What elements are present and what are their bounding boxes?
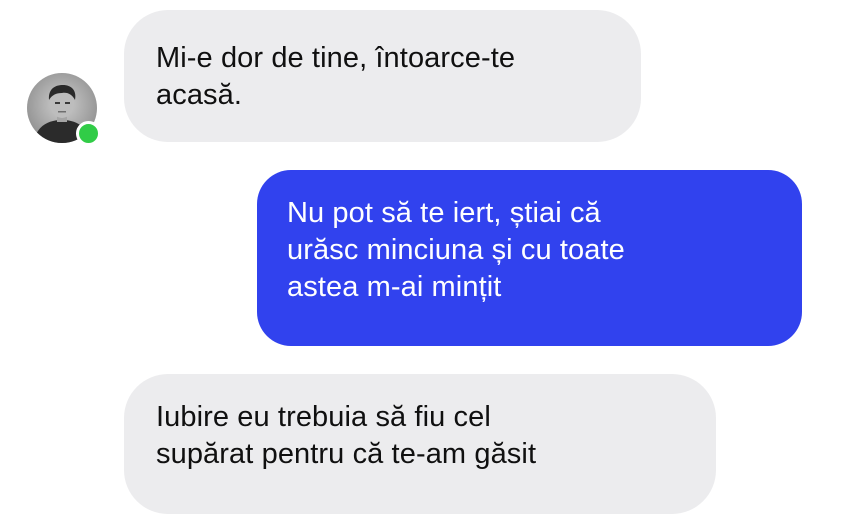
message-bubble-outgoing[interactable]: Nu pot să te iert, știai că urăsc minciu… — [257, 170, 802, 346]
online-dot-icon — [76, 121, 101, 146]
message-text-line: acasă. — [156, 79, 243, 111]
message-text-line: urăsc minciuna și cu toate — [287, 234, 625, 266]
message-text-line: astea m-ai mințit — [287, 271, 502, 303]
message-text-line: supărat pentru că te-am găsit — [156, 438, 537, 470]
message-text-line: Iubire eu trebuia să fiu cel — [156, 401, 491, 433]
message-bubble-incoming[interactable]: Mi-e dor de tine, întoarce-te acasă. — [124, 10, 641, 142]
message-text-line: Nu pot să te iert, știai că — [287, 197, 601, 229]
message-text-line: Mi-e dor de tine, întoarce-te — [156, 42, 516, 74]
chat-thread: Mi-e dor de tine, întoarce-te acasă. Nu … — [0, 0, 857, 514]
message-bubble-incoming[interactable]: Iubire eu trebuia să fiu cel supărat pen… — [124, 374, 716, 514]
